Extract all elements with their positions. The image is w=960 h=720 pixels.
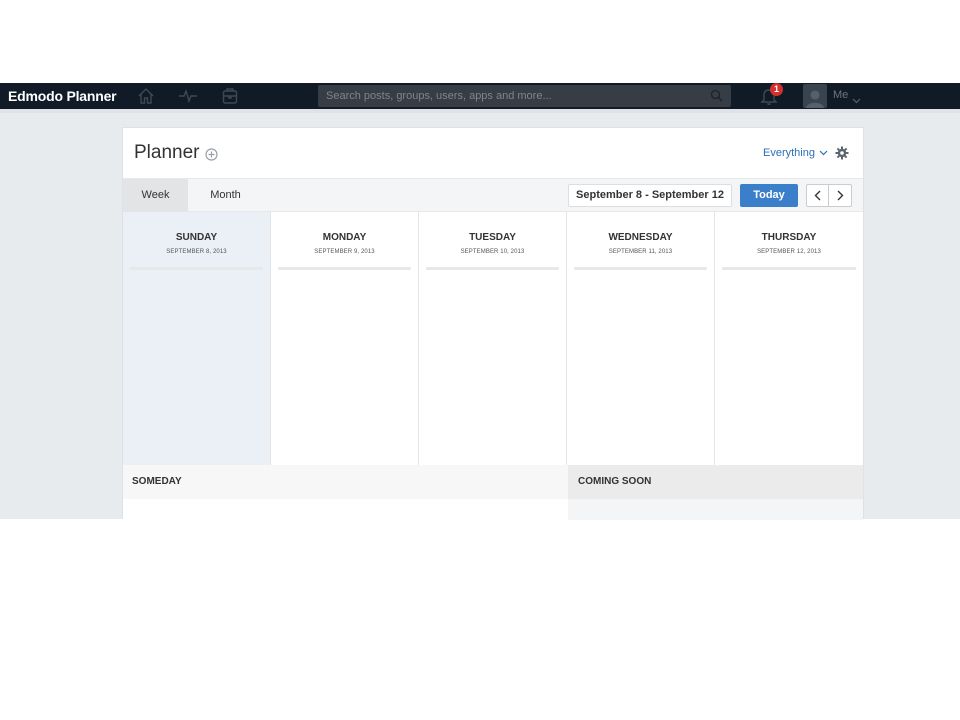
day-divider: [278, 267, 411, 270]
avatar[interactable]: [803, 84, 827, 108]
day-date: SEPTEMBER 9, 2013: [314, 249, 375, 255]
tab-month[interactable]: Month: [193, 179, 258, 212]
coming-soon-section-body: [568, 499, 863, 520]
coming-soon-section-header: COMING SOON: [568, 465, 863, 499]
planner-header: Planner Everything: [123, 128, 863, 178]
chevron-down-icon[interactable]: [852, 91, 861, 109]
activity-icon[interactable]: [178, 86, 198, 106]
day-column-sunday[interactable]: SUNDAY SEPTEMBER 8, 2013: [123, 212, 271, 465]
page-title: Planner: [134, 142, 200, 163]
day-divider: [722, 267, 856, 270]
date-range-display[interactable]: September 8 - September 12: [568, 184, 732, 207]
day-name: SUNDAY: [175, 232, 218, 243]
search-icon[interactable]: [710, 89, 723, 107]
user-menu-label[interactable]: Me: [833, 89, 848, 101]
add-circle-icon[interactable]: [205, 148, 218, 166]
day-name: MONDAY: [322, 232, 367, 243]
day-name: WEDNESDAY: [608, 232, 673, 243]
navbar-shadow: [0, 109, 960, 113]
chevron-left-icon: [814, 190, 821, 201]
day-date: SEPTEMBER 10, 2013: [460, 249, 525, 255]
day-column-wednesday[interactable]: WEDNESDAY SEPTEMBER 11, 2013: [567, 212, 715, 465]
day-divider: [426, 267, 559, 270]
notification-count-badge: 1: [770, 83, 784, 96]
search-input[interactable]: [326, 90, 696, 102]
next-week-button[interactable]: [829, 184, 852, 207]
top-navbar: Edmodo Planner 1 Me: [0, 83, 960, 109]
day-name: TUESDAY: [469, 232, 516, 243]
planner-toolbar: Week Month September 8 - September 12 To…: [123, 178, 863, 212]
planner-card: Planner Everything Week Month September …: [122, 127, 864, 520]
backpack-icon[interactable]: [220, 86, 240, 106]
chevron-right-icon: [837, 190, 843, 201]
home-icon[interactable]: [136, 86, 156, 106]
chevron-down-icon: [819, 150, 828, 156]
previous-week-button[interactable]: [806, 184, 829, 207]
filter-label: Everything: [763, 147, 815, 159]
someday-section-header: SOMEDAY: [123, 465, 568, 499]
search-bar: [318, 85, 731, 107]
day-date: SEPTEMBER 11, 2013: [608, 249, 673, 255]
today-button[interactable]: Today: [740, 184, 798, 207]
day-column-tuesday[interactable]: TUESDAY SEPTEMBER 10, 2013: [419, 212, 567, 465]
week-day-columns: SUNDAY SEPTEMBER 8, 2013 MONDAY SEPTEMBE…: [123, 212, 863, 465]
brand-logo[interactable]: Edmodo Planner: [8, 88, 136, 104]
gear-icon[interactable]: [835, 146, 849, 165]
day-column-thursday[interactable]: THURSDAY SEPTEMBER 12, 2013: [715, 212, 863, 465]
day-date: SEPTEMBER 8, 2013: [166, 249, 227, 255]
day-divider: [574, 267, 707, 270]
day-column-monday[interactable]: MONDAY SEPTEMBER 9, 2013: [271, 212, 419, 465]
day-name: THURSDAY: [761, 232, 817, 243]
day-date: SEPTEMBER 12, 2013: [757, 249, 821, 255]
filter-dropdown[interactable]: Everything: [763, 147, 828, 159]
tab-week[interactable]: Week: [123, 179, 188, 212]
day-divider: [130, 267, 263, 270]
